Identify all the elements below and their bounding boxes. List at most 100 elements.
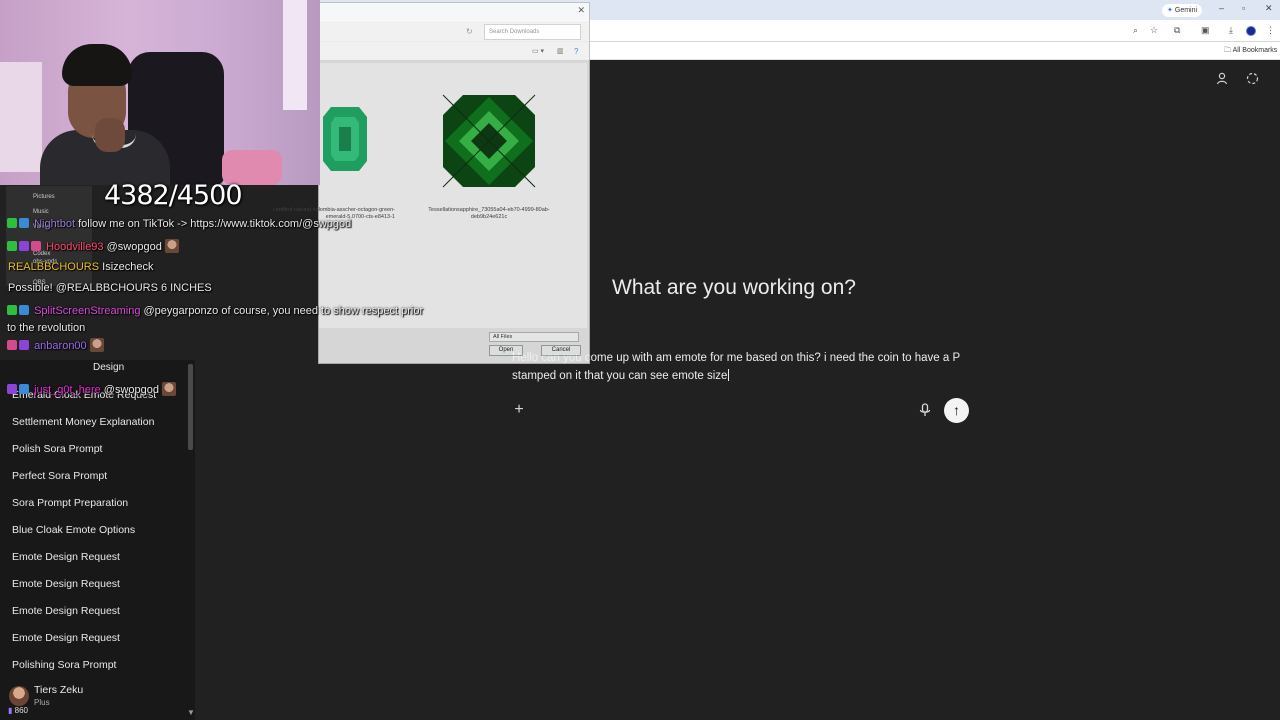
- gamer-badge-icon: [19, 384, 29, 394]
- file-thumbnail-sapphire[interactable]: [441, 93, 537, 189]
- chat-username: Nightbot: [34, 218, 76, 230]
- file-grid: certified-natural-colombia-asscher-octag…: [273, 63, 587, 328]
- subscriber-badge-icon: [19, 241, 29, 251]
- dialog-close-icon[interactable]: ✕: [577, 5, 585, 16]
- sidebar-item[interactable]: Settlement Money Explanation: [12, 416, 154, 428]
- sidebar-item[interactable]: Perfect Sora Prompt: [12, 470, 107, 482]
- sidebar-item[interactable]: Emote Design Request: [12, 578, 120, 590]
- view-options-icon[interactable]: ▭ ▾: [532, 47, 544, 55]
- folder-icon: 🗀: [1224, 47, 1233, 54]
- download-icon[interactable]: ⤓: [1229, 25, 1233, 36]
- add-people-icon[interactable]: [1216, 72, 1229, 88]
- chat-line: anbaron00: [7, 338, 104, 352]
- minimize-icon[interactable]: –: [1219, 3, 1224, 13]
- sub-goal-counter: 4382/4500: [104, 180, 243, 211]
- menu-kebab-icon[interactable]: ⋮: [1266, 25, 1275, 36]
- temporary-chat-icon[interactable]: [1246, 72, 1259, 88]
- sidebar-item[interactable]: Sora Prompt Preparation: [12, 497, 128, 509]
- screen: ✦ Gemini – ▫ ✕ ⌕ ☆ ⧉ ▣ ⤓ ⋮ 🗀 All Bookmark…: [0, 0, 1280, 720]
- chat-message: follow me on TikTok -> https://www.tikto…: [78, 218, 352, 230]
- sidebar-scrollbar[interactable]: [188, 364, 193, 450]
- subscriber-badge-icon: [7, 384, 17, 394]
- chat-emote-icon: [162, 382, 176, 396]
- close-window-icon[interactable]: ✕: [1265, 3, 1273, 14]
- webcam-hand: [95, 118, 125, 152]
- sidebar-item-partial[interactable]: Design: [93, 362, 124, 373]
- extensions-icon[interactable]: ⧉: [1174, 25, 1180, 36]
- chat-message: @swopgod: [106, 241, 162, 253]
- file-thumbnail-emerald[interactable]: [321, 103, 369, 175]
- webcam-shelf: [0, 62, 42, 172]
- chat-username: just_g0t_here: [34, 384, 101, 396]
- chat-line: REALBBCHOURS Isizecheck: [8, 261, 154, 273]
- file-label-sapphire[interactable]: Tessellationsapphire_73055a04-eb70-4999-…: [424, 207, 554, 221]
- gift-badge-icon: [31, 241, 41, 251]
- chat-line: Nightbot follow me on TikTok -> https://…: [7, 218, 351, 230]
- chat-line: just_g0t_here @swopgod: [7, 382, 176, 396]
- zoom-icon[interactable]: ⌕: [1133, 25, 1138, 36]
- bot-badge-icon: [19, 218, 29, 228]
- gemini-sparkle-icon: ✦: [1167, 7, 1173, 14]
- chat-username: REALBBCHOURS: [8, 261, 100, 273]
- dialog-titlebar: [319, 3, 589, 21]
- help-icon[interactable]: ?: [574, 47, 578, 56]
- open-button[interactable]: Open: [489, 345, 523, 356]
- chat-message: @swopgod: [103, 384, 159, 396]
- webcam-light: [283, 0, 307, 110]
- dock-row: Pictures: [33, 194, 55, 200]
- user-avatar[interactable]: [9, 686, 29, 706]
- sidebar-item[interactable]: Polish Sora Prompt: [12, 443, 102, 455]
- text-caret: [728, 369, 730, 381]
- preview-pane-icon[interactable]: ▥: [557, 47, 564, 55]
- refresh-icon[interactable]: ↻: [466, 27, 473, 36]
- all-bookmarks-label: All Bookmarks: [1232, 47, 1278, 54]
- vip-badge-icon: [7, 340, 17, 350]
- gemini-label: Gemini: [1174, 7, 1198, 14]
- send-button[interactable]: ↑: [944, 398, 969, 423]
- moderator-badge-icon: [7, 241, 17, 251]
- subscriber-badge-icon: [19, 340, 29, 350]
- viewer-count-value: 860: [14, 706, 28, 715]
- chat-line: Possible! @REALBBCHOURS 6 INCHES: [8, 282, 212, 294]
- dock-row: Music: [33, 209, 49, 215]
- moderator-badge-icon: [7, 305, 17, 315]
- tessellation-gem-image: [442, 94, 536, 188]
- chat-line: SplitScreenStreaming @peygarponzo of cou…: [7, 303, 427, 337]
- arrow-up-icon: ↑: [953, 402, 960, 418]
- gemini-button[interactable]: ✦ Gemini: [1162, 4, 1203, 17]
- webcam-overlay: [0, 0, 320, 185]
- sidebar-item[interactable]: Emote Design Request: [12, 551, 120, 563]
- user-name[interactable]: Tiers Zeku: [34, 684, 83, 696]
- chat-username: SplitScreenStreaming: [34, 305, 141, 317]
- microphone-glyph: [919, 403, 931, 416]
- sidebar-item[interactable]: Blue Cloak Emote Options: [12, 524, 135, 536]
- all-bookmarks-link[interactable]: 🗀 All Bookmarks: [1224, 46, 1277, 57]
- scroll-down-icon[interactable]: ▼: [187, 708, 195, 717]
- dialog-search-input[interactable]: Search Downloads: [484, 24, 581, 40]
- sidepanel-icon[interactable]: ▣: [1201, 25, 1210, 36]
- page-headline: What are you working on?: [612, 276, 856, 299]
- profile-avatar[interactable]: [1246, 26, 1256, 36]
- temporary-chat-glyph: [1246, 72, 1259, 85]
- chat-emote-icon: [89, 338, 104, 352]
- chat-message: Possible! @REALBBCHOURS 6 INCHES: [8, 282, 212, 294]
- attach-plus-button[interactable]: +: [510, 401, 528, 419]
- add-people-glyph: [1216, 72, 1228, 85]
- chat-username: anbaron00: [34, 340, 87, 352]
- sidebar-item[interactable]: Emote Design Request: [12, 632, 120, 644]
- microphone-icon[interactable]: [917, 402, 933, 418]
- cancel-button[interactable]: Cancel: [541, 345, 581, 356]
- emerald-gem-image: [323, 107, 367, 171]
- viewer-count: ▮ 860: [8, 706, 28, 715]
- maximize-icon[interactable]: ▫: [1242, 3, 1245, 13]
- file-type-select[interactable]: All Files: [489, 332, 579, 342]
- user-plan: Plus: [34, 698, 50, 707]
- chat-username: Hoodville93: [46, 241, 104, 253]
- chat-line: Hoodville93 @swopgod: [7, 239, 179, 253]
- sidebar-item[interactable]: Polishing Sora Prompt: [12, 659, 116, 671]
- bookmark-star-icon[interactable]: ☆: [1150, 25, 1158, 36]
- prediction-badge-icon: [19, 305, 29, 315]
- chat-message: Isizecheck: [102, 261, 154, 273]
- sidebar-item[interactable]: Emote Design Request: [12, 605, 120, 617]
- webcam-hair: [62, 44, 132, 86]
